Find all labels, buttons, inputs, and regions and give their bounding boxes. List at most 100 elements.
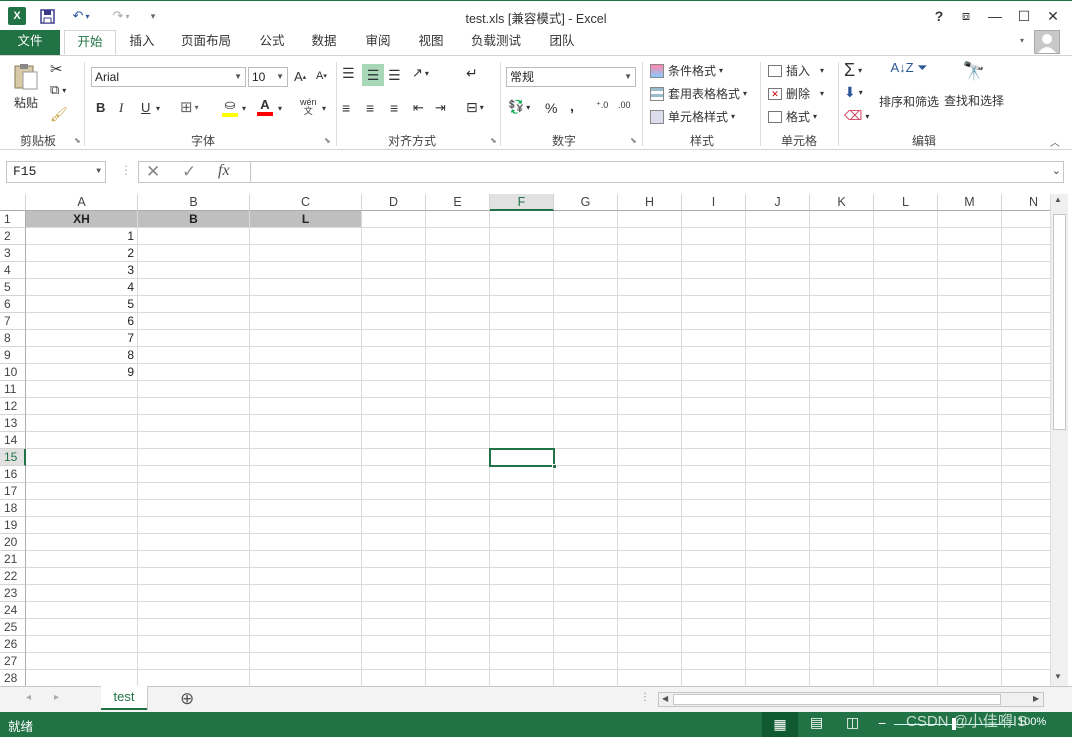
row-header-24[interactable]: 24 [0, 602, 26, 619]
cell-f12[interactable] [490, 398, 554, 415]
cancel-icon[interactable]: ✕ [146, 162, 160, 182]
cell-f21[interactable] [490, 551, 554, 568]
cell-e27[interactable] [426, 653, 490, 670]
cell-i25[interactable] [682, 619, 746, 636]
cell-c21[interactable] [250, 551, 362, 568]
cell-d7[interactable] [362, 313, 426, 330]
cell-c20[interactable] [250, 534, 362, 551]
cell-g15[interactable] [554, 449, 618, 466]
paste-button[interactable]: 粘贴 [10, 62, 42, 111]
cell-i7[interactable] [682, 313, 746, 330]
cell-m7[interactable] [938, 313, 1002, 330]
cell-f26[interactable] [490, 636, 554, 653]
cell-n24[interactable] [1002, 602, 1050, 619]
cell-f16[interactable] [490, 466, 554, 483]
decrease-indent-icon[interactable]: ⇤ [413, 100, 424, 116]
cell-f4[interactable] [490, 262, 554, 279]
column-header-c[interactable]: C [250, 194, 362, 211]
cell-g14[interactable] [554, 432, 618, 449]
cell-l3[interactable] [874, 245, 938, 262]
cell-i20[interactable] [682, 534, 746, 551]
add-sheet-icon[interactable]: ⊕ [180, 689, 194, 709]
cell-l7[interactable] [874, 313, 938, 330]
cell-k26[interactable] [810, 636, 874, 653]
cell-d1[interactable] [362, 211, 426, 228]
cell-h8[interactable] [618, 330, 682, 347]
name-box[interactable]: F15 ▼ [6, 161, 106, 183]
cell-n2[interactable] [1002, 228, 1050, 245]
cell-f3[interactable] [490, 245, 554, 262]
cell-b27[interactable] [138, 653, 250, 670]
cell-n15[interactable] [1002, 449, 1050, 466]
cell-c11[interactable] [250, 381, 362, 398]
row-header-9[interactable]: 9 [0, 347, 26, 364]
cell-a19[interactable] [26, 517, 138, 534]
cell-f27[interactable] [490, 653, 554, 670]
cell-a9[interactable]: 8 [26, 347, 138, 364]
cell-j16[interactable] [746, 466, 810, 483]
cell-m9[interactable] [938, 347, 1002, 364]
cell-a2[interactable]: 1 [26, 228, 138, 245]
cell-l9[interactable] [874, 347, 938, 364]
cell-e20[interactable] [426, 534, 490, 551]
cell-b5[interactable] [138, 279, 250, 296]
cell-f8[interactable] [490, 330, 554, 347]
cell-i5[interactable] [682, 279, 746, 296]
cell-d23[interactable] [362, 585, 426, 602]
cell-i15[interactable] [682, 449, 746, 466]
vertical-scrollbar[interactable]: ▲ ▼ [1050, 194, 1068, 686]
cell-l12[interactable] [874, 398, 938, 415]
cell-l27[interactable] [874, 653, 938, 670]
cell-c13[interactable] [250, 415, 362, 432]
cell-e2[interactable] [426, 228, 490, 245]
cell-i23[interactable] [682, 585, 746, 602]
phonetic-dropdown-icon[interactable]: ▾ [322, 104, 326, 113]
cell-d13[interactable] [362, 415, 426, 432]
cell-k23[interactable] [810, 585, 874, 602]
cell-i27[interactable] [682, 653, 746, 670]
row-header-6[interactable]: 6 [0, 296, 26, 313]
cell-c3[interactable] [250, 245, 362, 262]
column-header-g[interactable]: G [554, 194, 618, 211]
cell-h3[interactable] [618, 245, 682, 262]
cell-g6[interactable] [554, 296, 618, 313]
cell-a20[interactable] [26, 534, 138, 551]
cell-k22[interactable] [810, 568, 874, 585]
expand-formula-icon[interactable]: ⌄ [1052, 164, 1061, 177]
cell-j20[interactable] [746, 534, 810, 551]
cell-g17[interactable] [554, 483, 618, 500]
cell-j6[interactable] [746, 296, 810, 313]
cell-a14[interactable] [26, 432, 138, 449]
cell-n9[interactable] [1002, 347, 1050, 364]
cell-c17[interactable] [250, 483, 362, 500]
cell-n22[interactable] [1002, 568, 1050, 585]
cell-k16[interactable] [810, 466, 874, 483]
cell-h18[interactable] [618, 500, 682, 517]
cell-e26[interactable] [426, 636, 490, 653]
cell-j8[interactable] [746, 330, 810, 347]
cell-e12[interactable] [426, 398, 490, 415]
insert-function-icon[interactable]: fx [218, 162, 230, 180]
cell-l19[interactable] [874, 517, 938, 534]
row-header-27[interactable]: 27 [0, 653, 26, 670]
cell-g3[interactable] [554, 245, 618, 262]
cell-n27[interactable] [1002, 653, 1050, 670]
cell-j1[interactable] [746, 211, 810, 228]
cell-d20[interactable] [362, 534, 426, 551]
cell-g5[interactable] [554, 279, 618, 296]
cell-c16[interactable] [250, 466, 362, 483]
cell-n8[interactable] [1002, 330, 1050, 347]
cell-c27[interactable] [250, 653, 362, 670]
cell-n25[interactable] [1002, 619, 1050, 636]
cell-f17[interactable] [490, 483, 554, 500]
tab-load-test[interactable]: 负载测试 [462, 30, 530, 55]
cell-e18[interactable] [426, 500, 490, 517]
phonetic-icon[interactable]: wén 文 [300, 98, 317, 116]
font-color-icon[interactable]: A [257, 97, 273, 116]
cell-d4[interactable] [362, 262, 426, 279]
cell-m25[interactable] [938, 619, 1002, 636]
cell-n5[interactable] [1002, 279, 1050, 296]
cell-b26[interactable] [138, 636, 250, 653]
row-header-19[interactable]: 19 [0, 517, 26, 534]
cell-e4[interactable] [426, 262, 490, 279]
